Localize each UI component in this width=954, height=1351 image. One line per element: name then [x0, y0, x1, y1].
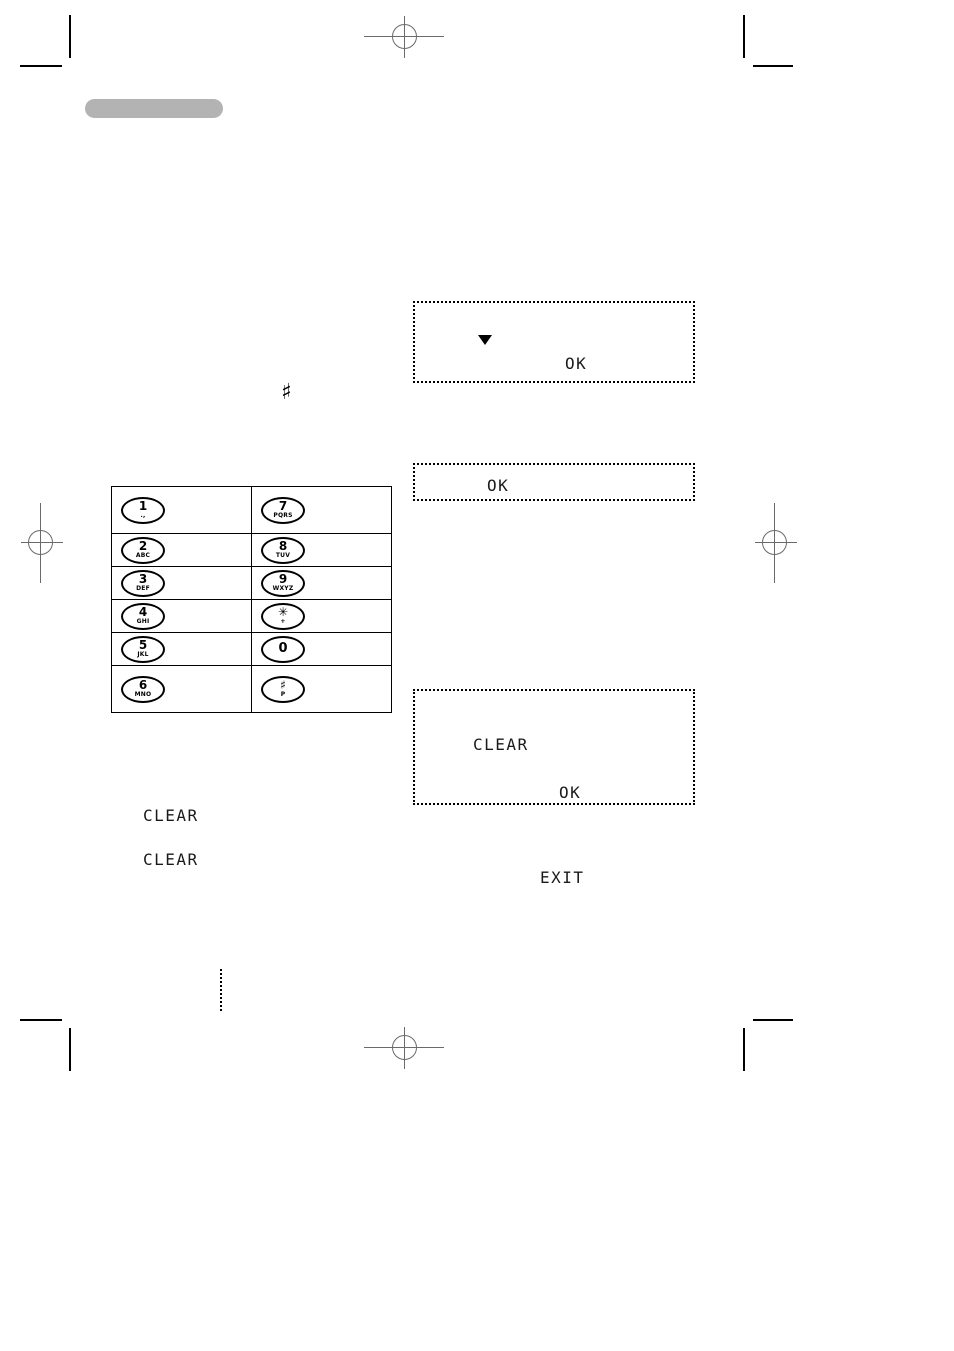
- keypad-cell-left: 4 GHI: [111, 599, 252, 633]
- crop-mark-top-right-horizontal: [753, 65, 793, 67]
- keypad-key-digit: ✳: [277, 604, 289, 619]
- keypad-key-9[interactable]: 9 WXYZ: [261, 569, 305, 597]
- lcd-panel-3-clear-label: CLEAR: [473, 735, 529, 754]
- clear-button-label-1: CLEAR: [143, 806, 199, 825]
- clear-button-label-2: CLEAR: [143, 850, 199, 869]
- crop-mark-top-right-vertical: [743, 15, 745, 58]
- keypad-cell-right: ✳ +: [251, 599, 392, 633]
- dotted-vertical-rule: [220, 969, 222, 1011]
- registration-mark-bottom: [364, 1027, 444, 1069]
- keypad-key-digit: 4: [138, 604, 148, 619]
- keypad-key-1[interactable]: 1.,: [121, 496, 165, 524]
- keypad-key-digit: ♯: [280, 677, 286, 692]
- keypad-key-5[interactable]: 5 JKL: [121, 635, 165, 663]
- registration-mark-right: [753, 503, 797, 583]
- keypad-key-digit: 7: [278, 498, 288, 513]
- keypad-row: 5 JKL 0: [111, 632, 392, 666]
- keypad-key-digit: 0: [278, 640, 288, 656]
- keypad-key-2[interactable]: 2 ABC: [121, 536, 165, 564]
- keypad-cell-right: 8 TUV: [251, 533, 392, 567]
- lcd-panel-1: OK: [413, 301, 695, 383]
- keypad-key-4[interactable]: 4 GHI: [121, 602, 165, 630]
- lcd-panel-3: CLEAR OK: [413, 689, 695, 805]
- lcd-panel-3-ok-label: OK: [559, 783, 582, 802]
- keypad-key-sublabel: WXYZ: [272, 584, 294, 592]
- keypad-cell-right: 0: [251, 632, 392, 666]
- crop-mark-bottom-left-horizontal: [20, 1019, 62, 1021]
- keypad-key-sublabel: MNO: [134, 690, 152, 698]
- keypad-cell-right: 9 WXYZ: [251, 566, 392, 600]
- keypad-row: 2 ABC 8 TUV: [111, 533, 392, 567]
- keypad-key-0[interactable]: 0: [261, 635, 305, 663]
- keypad-key-sublabel: JKL: [137, 650, 149, 658]
- keypad-cell-left: 1.,: [111, 486, 252, 534]
- registration-mark-top: [364, 16, 444, 58]
- keypad-cell-left: 3 DEF: [111, 566, 252, 600]
- keypad-key-6[interactable]: 6 MNO: [121, 675, 165, 703]
- keypad-key-sublabel: TUV: [275, 551, 291, 559]
- keypad-key-sublabel: GHI: [136, 617, 150, 625]
- manual-page: ♯ OK OK CLEAR OK CLEAR CLEAR EXIT 1., 7 PQ…: [0, 0, 954, 1351]
- registration-mark-left: [19, 503, 63, 583]
- keypad-key-sublabel: DEF: [136, 584, 150, 592]
- crop-mark-bottom-left-vertical: [69, 1028, 71, 1071]
- keypad-row: 4 GHI ✳ +: [111, 599, 392, 633]
- keypad-row: 6 MNO ♯ P: [111, 665, 392, 713]
- down-arrow-icon: [478, 335, 492, 345]
- sharp-symbol-icon: ♯: [281, 380, 292, 405]
- keypad-cell-left: 2 ABC: [111, 533, 252, 567]
- keypad-key-3[interactable]: 3 DEF: [121, 569, 165, 597]
- keypad-key-sublabel: PQRS: [273, 511, 293, 519]
- keypad-key-sublabel: ABC: [135, 551, 151, 559]
- crop-mark-bottom-right-vertical: [743, 1028, 745, 1071]
- crop-mark-top-left-vertical: [69, 15, 71, 58]
- keypad-key-sublabel: P: [280, 690, 286, 698]
- keypad-cell-left: 6 MNO: [111, 665, 252, 713]
- keypad-key-7[interactable]: 7 PQRS: [261, 496, 305, 524]
- keypad-key-sublabel: .,: [140, 511, 146, 519]
- keypad-cell-right: 7 PQRS: [251, 486, 392, 534]
- keypad-cell-right: ♯ P: [251, 665, 392, 713]
- crop-mark-bottom-right-horizontal: [753, 1019, 793, 1021]
- lcd-panel-2: OK: [413, 463, 695, 501]
- section-header-bar: [85, 99, 223, 118]
- keypad-key-digit: 8: [278, 538, 288, 553]
- keypad-key-digit: 5: [138, 637, 148, 652]
- keypad-reference-table: 1., 7 PQRS 2 ABC 8 TUV 3 DEF 9 WXYZ 4 GHI ✳ +5 JKL 0 6 MNO…: [111, 486, 392, 713]
- crop-mark-top-left-horizontal: [20, 65, 62, 67]
- keypad-key-digit: 1: [138, 498, 148, 513]
- keypad-key-♯[interactable]: ♯ P: [261, 675, 305, 703]
- keypad-key-digit: 9: [278, 571, 288, 586]
- keypad-key-digit: 2: [138, 538, 148, 553]
- keypad-key-digit: 6: [138, 677, 148, 692]
- keypad-key-sublabel: +: [280, 617, 286, 625]
- keypad-row: 3 DEF 9 WXYZ: [111, 566, 392, 600]
- lcd-panel-2-ok-label: OK: [487, 476, 510, 495]
- keypad-cell-left: 5 JKL: [111, 632, 252, 666]
- lcd-panel-1-ok-label: OK: [565, 354, 588, 373]
- keypad-key-8[interactable]: 8 TUV: [261, 536, 305, 564]
- keypad-key-digit: 3: [138, 571, 148, 586]
- keypad-row: 1., 7 PQRS: [111, 486, 392, 534]
- keypad-key-✳[interactable]: ✳ +: [261, 602, 305, 630]
- exit-button-label: EXIT: [540, 868, 585, 887]
